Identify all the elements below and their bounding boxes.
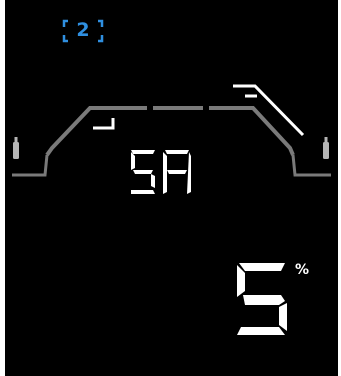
- mode-readout: SA: [115, 140, 215, 200]
- level-unit: %: [295, 262, 310, 278]
- mode-segments: [131, 150, 191, 194]
- level-segments: [237, 263, 287, 335]
- device-frame: 2 %: [0, 0, 341, 376]
- cylinder-icon: [13, 137, 19, 159]
- level-readout: 5: [225, 255, 325, 345]
- lcd-screen: 2 %: [5, 0, 338, 376]
- cylinder-icon: [323, 137, 329, 159]
